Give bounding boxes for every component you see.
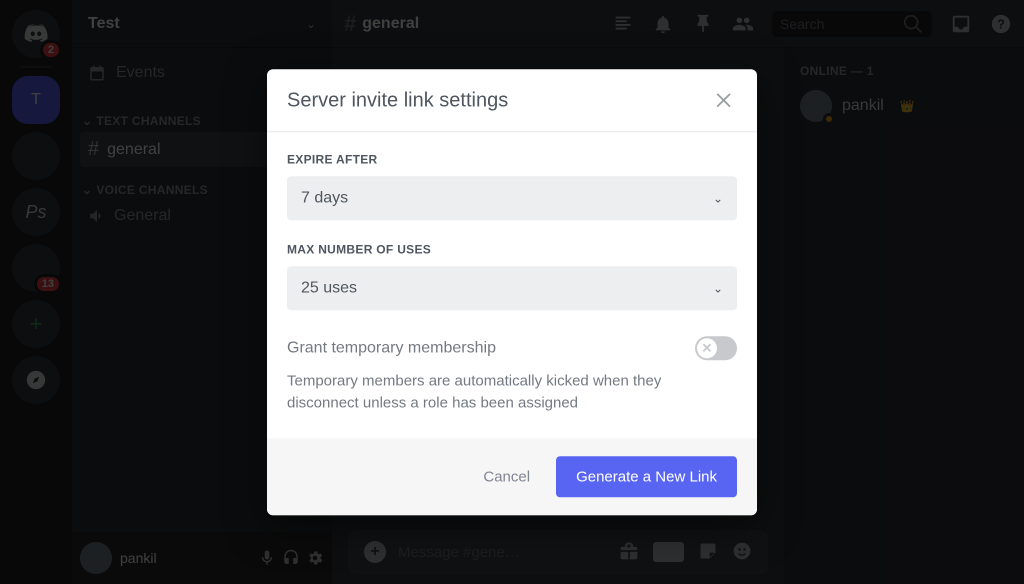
uses-select[interactable]: 25 uses ⌄ xyxy=(287,266,737,310)
close-icon xyxy=(713,89,735,111)
cancel-button[interactable]: Cancel xyxy=(465,456,548,497)
uses-label: MAX NUMBER OF USES xyxy=(287,242,737,256)
generate-link-button[interactable]: Generate a New Link xyxy=(556,456,737,497)
expire-label: EXPIRE AFTER xyxy=(287,152,737,166)
close-button[interactable] xyxy=(713,89,737,113)
temp-membership-description: Temporary members are automatically kick… xyxy=(287,370,737,414)
temp-membership-label: Grant temporary membership xyxy=(287,339,496,357)
expire-select[interactable]: 7 days ⌄ xyxy=(287,176,737,220)
uses-value: 25 uses xyxy=(301,279,357,297)
chevron-down-icon: ⌄ xyxy=(713,281,723,295)
invite-settings-modal: Server invite link settings EXPIRE AFTER… xyxy=(267,69,757,515)
modal-title: Server invite link settings xyxy=(287,89,508,112)
chevron-down-icon: ⌄ xyxy=(713,191,723,205)
expire-value: 7 days xyxy=(301,189,348,207)
toggle-knob: ✕ xyxy=(697,338,717,358)
temp-membership-toggle[interactable]: ✕ xyxy=(695,336,737,360)
